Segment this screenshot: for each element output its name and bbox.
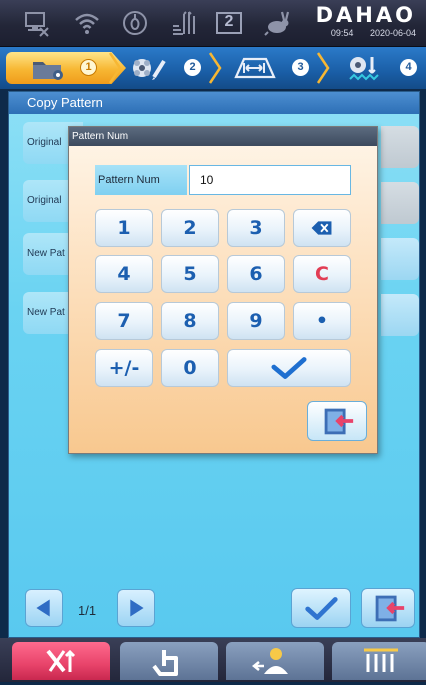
key-1[interactable]: 1 (95, 209, 153, 247)
sign-toggle-key[interactable]: +/- (95, 349, 153, 387)
head-number-value: 2 (224, 13, 234, 30)
brand-block: DAHAO 09:54 2020-06-04 (316, 3, 416, 39)
key-5[interactable]: 5 (161, 255, 219, 293)
frame-resize-icon[interactable] (232, 53, 276, 83)
key-8[interactable]: 8 (161, 302, 219, 340)
step-separator (208, 51, 222, 85)
step-3-number[interactable]: 3 (292, 59, 309, 76)
key-0[interactable]: 0 (161, 349, 219, 387)
pattern-num-label: Pattern Num (95, 165, 187, 195)
pattern-num-dialog: Pattern Num Pattern Num 1 2 3 4 5 6 C 7 … (68, 126, 378, 454)
prev-page-button[interactable] (25, 589, 63, 627)
manual-hand-icon[interactable] (120, 642, 218, 680)
next-page-button[interactable] (117, 589, 155, 627)
date-display: 2020-06-04 (369, 28, 416, 38)
confirm-button[interactable] (291, 588, 351, 628)
dialog-title: Pattern Num (69, 127, 377, 146)
embroidery-stitch-icon[interactable] (346, 53, 384, 83)
folder-flower-icon[interactable] (30, 53, 68, 83)
step-separator (316, 51, 330, 85)
status-bar: 2 DAHAO 09:54 2020-06-04 (0, 0, 426, 47)
dialog-exit-button[interactable] (307, 401, 367, 441)
time-display: 09:54 (330, 28, 354, 38)
key-6[interactable]: 6 (227, 255, 285, 293)
original-field-2[interactable] (381, 182, 419, 224)
step-2-number[interactable]: 2 (184, 59, 201, 76)
flower-pen-icon[interactable] (130, 53, 168, 83)
step-4-number[interactable]: 4 (400, 59, 417, 76)
wifi-icon[interactable] (72, 8, 102, 38)
backspace-key[interactable] (293, 209, 351, 247)
key-4[interactable]: 4 (95, 255, 153, 293)
key-7[interactable]: 7 (95, 302, 153, 340)
rabbit-speed-icon[interactable] (262, 8, 292, 38)
dialog-confirm-key[interactable] (227, 349, 351, 387)
step-separator (108, 51, 122, 85)
clear-key[interactable]: C (293, 255, 351, 293)
needle-trim-icon[interactable] (12, 642, 110, 680)
pattern-num-input[interactable] (189, 165, 351, 195)
decimal-point-key[interactable]: • (293, 302, 351, 340)
new-pattern-field-2[interactable] (381, 294, 419, 336)
needle-speed-icon[interactable] (168, 8, 198, 38)
step-1-number[interactable]: 1 (80, 59, 97, 76)
bottom-nav (0, 638, 426, 682)
new-pattern-field-1[interactable] (381, 238, 419, 280)
key-3[interactable]: 3 (227, 209, 285, 247)
brand-name: DAHAO (315, 3, 416, 27)
hand-wheel-icon[interactable] (120, 8, 150, 38)
key-9[interactable]: 9 (227, 302, 285, 340)
backspace-icon (311, 221, 332, 235)
operator-icon[interactable] (226, 642, 324, 680)
panel-title: Copy Pattern (9, 92, 419, 114)
head-number-icon[interactable]: 2 (214, 8, 246, 38)
exit-door-icon (324, 408, 354, 435)
checkmark-icon (271, 357, 307, 379)
thread-needles-icon[interactable] (332, 642, 426, 680)
monitor-network-icon[interactable] (22, 8, 52, 38)
step-bar: 1 2 3 4 (0, 47, 426, 89)
key-2[interactable]: 2 (161, 209, 219, 247)
original-field-1[interactable] (381, 126, 419, 168)
page-indicator: 1/1 (78, 603, 97, 618)
datetime: 09:54 2020-06-04 (316, 27, 416, 39)
exit-button[interactable] (361, 588, 415, 628)
